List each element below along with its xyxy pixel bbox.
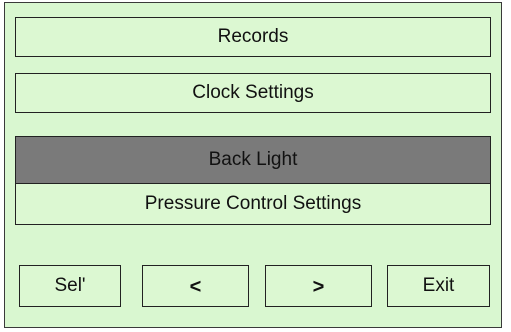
menu-item-back-light[interactable]: Back Light xyxy=(15,136,491,184)
next-button[interactable]: > xyxy=(265,265,372,307)
select-button[interactable]: Sel' xyxy=(19,265,121,307)
previous-button[interactable]: < xyxy=(142,265,249,307)
menu-item-label: Clock Settings xyxy=(192,82,314,103)
menu-item-label: Pressure Control Settings xyxy=(144,193,362,214)
device-screen: Records Clock Settings Back Light Pressu… xyxy=(4,2,502,328)
menu-item-records[interactable]: Records xyxy=(15,17,491,57)
exit-button[interactable]: Exit xyxy=(387,265,490,307)
select-button-label: Sel' xyxy=(54,275,86,296)
menu-item-pressure-control-settings[interactable]: Pressure Control Settings xyxy=(15,183,491,225)
exit-button-label: Exit xyxy=(422,275,455,296)
menu-item-label: Records xyxy=(217,26,289,47)
menu-item-clock-settings[interactable]: Clock Settings xyxy=(15,73,491,113)
chevron-right-icon: > xyxy=(312,275,325,298)
menu-item-label: Back Light xyxy=(208,149,298,170)
chevron-left-icon: < xyxy=(189,275,202,298)
